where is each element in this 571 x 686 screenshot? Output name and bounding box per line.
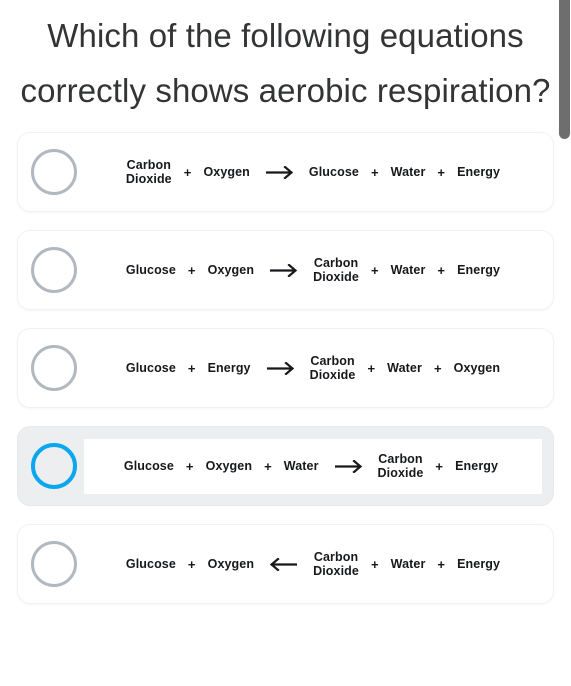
answer-option-2[interactable]: Glucose + Oxygen Carbon Dioxide + Water + Energ…: [17, 230, 554, 310]
term-right-1: Glucose: [308, 165, 359, 179]
term-right-1: Carbon Dioxide: [313, 550, 359, 578]
equation-2: Glucose + Oxygen Carbon Dioxide + Water + Energ…: [117, 256, 509, 284]
equation-container-1: Carbon Dioxide + Oxygen Glucose + Water + Energ…: [77, 133, 553, 211]
term-right-1: Carbon Dioxide: [309, 354, 356, 382]
right-arrow-icon: [260, 361, 301, 375]
term-left-2: Oxygen: [207, 557, 255, 571]
term-right-2: Water: [387, 361, 422, 375]
term-left-1: Carbon Dioxide: [125, 158, 172, 186]
term-right-2: Water: [390, 165, 426, 179]
plus-operator: +: [435, 458, 444, 474]
plus-operator: +: [185, 458, 194, 474]
equation-container-4: Glucose + Oxygen + Water Carbon Dioxide + Energ…: [84, 438, 542, 494]
page-title: Which of the following equations correct…: [20, 17, 551, 109]
term-right-2: Water: [390, 263, 426, 277]
plus-operator: +: [370, 262, 379, 278]
radio-button-2[interactable]: [31, 247, 77, 293]
right-arrow-icon: [328, 459, 369, 473]
plus-operator: +: [187, 556, 196, 572]
plus-operator: +: [437, 556, 446, 572]
term-left-1: Glucose: [125, 557, 176, 571]
plus-operator: +: [264, 458, 272, 474]
plus-operator: +: [437, 164, 446, 180]
equation-1: Carbon Dioxide + Oxygen Glucose + Water + Energ…: [117, 158, 509, 186]
answer-option-1[interactable]: Carbon Dioxide + Oxygen Glucose + Water + Energ…: [17, 132, 554, 212]
term-right-3: Oxygen: [453, 361, 501, 375]
term-right-3: Energy: [457, 263, 501, 277]
radio-button-1[interactable]: [31, 149, 77, 195]
answer-option-3[interactable]: Glucose + Energy Carbon Dioxide + Water + Oxyge…: [17, 328, 554, 408]
equation-3: Glucose + Energy Carbon Dioxide + Water + Oxyge…: [117, 354, 509, 382]
answer-option-4[interactable]: Glucose + Oxygen + Water Carbon Dioxide + Energ…: [17, 426, 554, 506]
answer-option-5[interactable]: Glucose + Oxygen Carbon Dioxide + Water + Energ…: [17, 524, 554, 604]
term-left-1: Glucose: [125, 263, 176, 277]
radio-button-4[interactable]: [31, 443, 77, 489]
term-left-2: Oxygen: [207, 263, 255, 277]
right-arrow-icon: [263, 263, 304, 277]
plus-operator: +: [367, 360, 376, 376]
quiz-page: Which of the following equations correct…: [0, 0, 571, 686]
term-right-2: Energy: [455, 459, 499, 473]
term-right-1: Carbon Dioxide: [313, 256, 359, 284]
term-left-3: Water: [283, 459, 319, 473]
plus-operator: +: [187, 262, 196, 278]
term-right-1: Carbon Dioxide: [377, 452, 424, 480]
radio-button-5[interactable]: [31, 541, 77, 587]
term-left-2: Energy: [207, 361, 251, 375]
term-right-3: Energy: [457, 557, 501, 571]
term-left-2: Oxygen: [203, 165, 250, 179]
question-header: Which of the following equations correct…: [0, 0, 571, 132]
equation-container-5: Glucose + Oxygen Carbon Dioxide + Water + Energ…: [77, 525, 553, 603]
answer-options-list: Carbon Dioxide + Oxygen Glucose + Water + Energ…: [0, 132, 571, 604]
term-left-1: Glucose: [125, 361, 176, 375]
term-right-3: Energy: [457, 165, 501, 179]
radio-button-3[interactable]: [31, 345, 77, 391]
equation-container-2: Glucose + Oxygen Carbon Dioxide + Water + Energ…: [77, 231, 553, 309]
scrollbar-track[interactable]: [558, 0, 571, 686]
plus-operator: +: [187, 360, 196, 376]
plus-operator: +: [437, 262, 446, 278]
equation-4: Glucose + Oxygen + Water Carbon Dioxide + Energ…: [115, 452, 507, 480]
term-right-2: Water: [390, 557, 426, 571]
plus-operator: +: [433, 360, 442, 376]
plus-operator: +: [370, 556, 379, 572]
left-arrow-icon: [263, 557, 304, 571]
term-left-1: Glucose: [123, 459, 174, 473]
equation-container-3: Glucose + Energy Carbon Dioxide + Water + Oxyge…: [77, 329, 553, 407]
equation-5: Glucose + Oxygen Carbon Dioxide + Water + Energ…: [117, 550, 509, 578]
right-arrow-icon: [259, 165, 300, 179]
plus-operator: +: [183, 164, 192, 180]
plus-operator: +: [370, 164, 379, 180]
scrollbar-thumb[interactable]: [559, 0, 570, 139]
term-left-2: Oxygen: [205, 459, 253, 473]
